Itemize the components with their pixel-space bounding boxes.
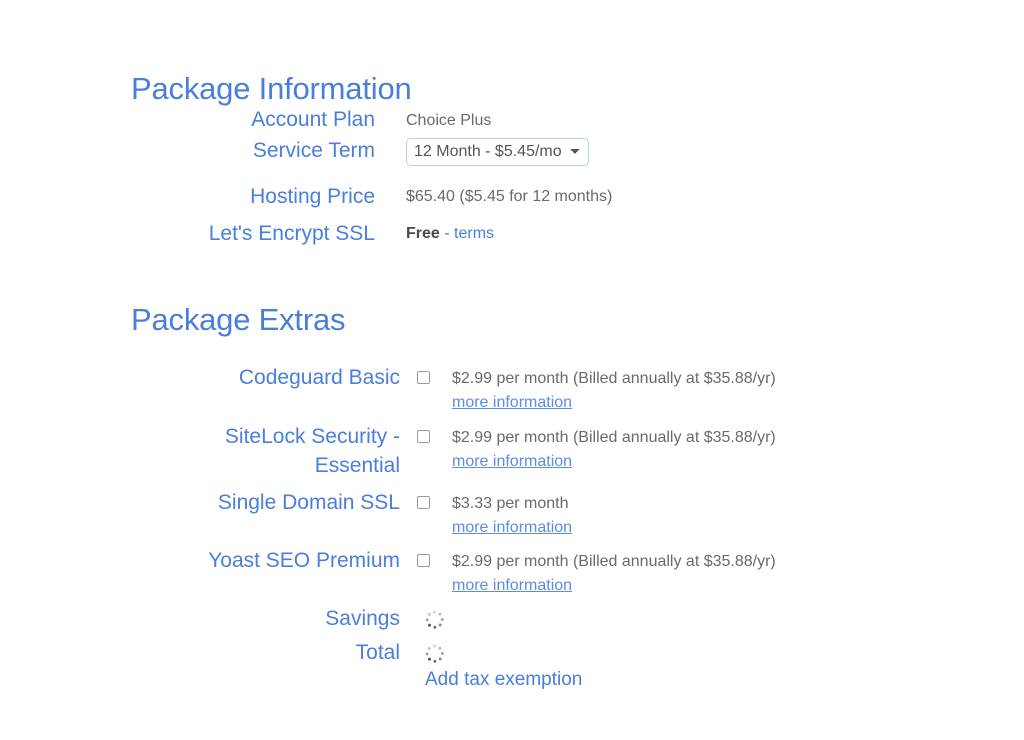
extra-label-single-domain-ssl: Single Domain SSL [217,491,400,514]
account-plan-value: Choice Plus [406,112,492,129]
account-plan-row: Account Plan Choice Plus [0,107,1024,133]
extra-checkbox-cell-sitelock-security-essential [417,422,447,443]
package-configuration-page: Package Information Account Plan Choice … [0,0,1024,740]
lets-encrypt-ssl-value-wrap: Free - terms [406,221,494,245]
total-row: Total [0,640,1024,668]
ssl-terms-link[interactable]: terms [454,225,494,242]
extra-row-codeguard-basic: Codeguard Basic $2.99 per month (Billed … [0,363,1024,415]
extra-detail-codeguard-basic: $2.99 per month (Billed annually at $35.… [452,363,776,415]
tax-exemption-row: Add tax exemption [425,668,582,692]
package-information-heading: Package Information [131,70,412,106]
loading-spinner-icon [425,610,444,629]
extra-checkbox-codeguard-basic[interactable] [417,371,430,384]
extra-more-information-link-codeguard-basic[interactable]: more information [452,391,776,415]
lets-encrypt-ssl-row: Let's Encrypt SSL Free - terms [0,221,1024,247]
account-plan-label: Account Plan [251,108,375,131]
lets-encrypt-ssl-label: Let's Encrypt SSL [208,222,375,245]
service-term-value-wrap: 12 Month - $5.45/mo24 Month - $4.95/mo36… [406,138,589,166]
total-value-cell [425,640,444,668]
extra-checkbox-cell-yoast-seo-premium [417,546,447,567]
total-label: Total [355,641,400,664]
service-term-row: Service Term 12 Month - $5.45/mo24 Month… [0,138,1024,166]
extra-row-single-domain-ssl: Single Domain SSL $3.33 per month more i… [0,488,1024,540]
extra-checkbox-cell-codeguard-basic [417,363,447,384]
extra-detail-sitelock-security-essential: $2.99 per month (Billed annually at $35.… [452,422,776,474]
extra-price-single-domain-ssl: $3.33 per month [452,495,569,512]
extra-label-yoast-seo-premium: Yoast SEO Premium [208,549,400,572]
service-term-label: Service Term [252,139,375,162]
hosting-price-label: Hosting Price [250,185,375,208]
extra-checkbox-sitelock-security-essential[interactable] [417,430,430,443]
ssl-free-text: Free [406,225,440,242]
savings-label: Savings [325,607,400,630]
hosting-price-value: $65.40 ($5.45 for 12 months) [406,188,613,205]
extra-detail-yoast-seo-premium: $2.99 per month (Billed annually at $35.… [452,546,776,598]
extra-more-information-link-sitelock-security-essential[interactable]: more information [452,450,776,474]
service-term-select[interactable]: 12 Month - $5.45/mo24 Month - $4.95/mo36… [406,138,589,166]
extra-price-codeguard-basic: $2.99 per month (Billed annually at $35.… [452,370,776,387]
loading-spinner-icon [425,644,444,663]
extra-checkbox-single-domain-ssl[interactable] [417,496,430,509]
extra-price-sitelock-security-essential: $2.99 per month (Billed annually at $35.… [452,429,776,446]
extra-label-sitelock-security-essential: SiteLock Security - Essential [224,425,400,477]
extra-more-information-link-single-domain-ssl[interactable]: more information [452,516,572,540]
add-tax-exemption-link[interactable]: Add tax exemption [425,669,582,690]
extra-label-codeguard-basic: Codeguard Basic [238,366,400,389]
hosting-price-value-wrap: $65.40 ($5.45 for 12 months) [406,184,612,208]
savings-value-cell [425,606,444,634]
extra-detail-single-domain-ssl: $3.33 per month more information [452,488,572,540]
extra-row-yoast-seo-premium: Yoast SEO Premium $2.99 per month (Bille… [0,546,1024,598]
ssl-separator: - [439,225,455,242]
account-plan-value-wrap: Choice Plus [406,107,491,132]
extra-row-sitelock-security-essential: SiteLock Security - Essential $2.99 per … [0,422,1024,480]
extra-checkbox-cell-single-domain-ssl [417,488,447,509]
hosting-price-row: Hosting Price $65.40 ($5.45 for 12 month… [0,184,1024,210]
savings-row: Savings [0,606,1024,634]
extra-price-yoast-seo-premium: $2.99 per month (Billed annually at $35.… [452,553,776,570]
extra-more-information-link-yoast-seo-premium[interactable]: more information [452,574,776,598]
extra-checkbox-yoast-seo-premium[interactable] [417,554,430,567]
package-extras-heading: Package Extras [131,301,346,337]
lets-encrypt-ssl-value: Free - terms [406,221,494,245]
